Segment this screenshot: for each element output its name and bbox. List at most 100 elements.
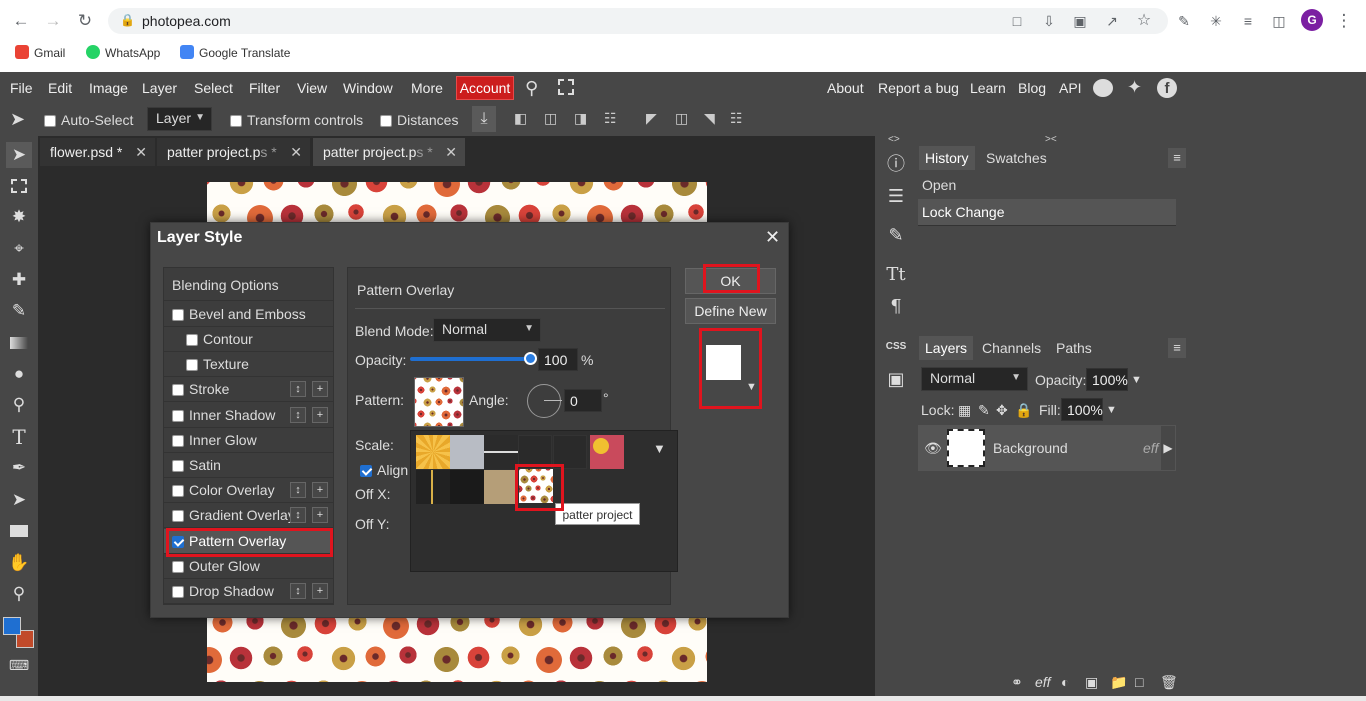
link-layers-icon[interactable]: ⚭ <box>1011 674 1023 690</box>
lock-all-icon[interactable]: 🔒 <box>1015 402 1032 418</box>
pattern-swatch[interactable] <box>450 435 484 469</box>
chevron-down-icon[interactable]: ▼ <box>1106 402 1117 418</box>
move-arrows-icon[interactable]: ↕ <box>290 507 306 523</box>
layer-select[interactable]: Layer ▼ <box>147 107 212 131</box>
path-select-icon[interactable]: ➤ <box>6 487 32 513</box>
style-pattern-overlay[interactable]: Pattern Overlay <box>164 529 333 554</box>
opacity-slider[interactable] <box>410 357 532 361</box>
brush-panel-icon[interactable]: ✎ <box>883 222 909 248</box>
pattern-swatch[interactable] <box>484 435 518 469</box>
move-arrows-icon[interactable]: ↕ <box>290 381 306 397</box>
transform-controls-checkbox[interactable]: Transform controls <box>230 112 363 128</box>
brush-tool-icon[interactable]: ✎ <box>6 298 32 324</box>
link-learn[interactable]: Learn <box>970 80 1006 96</box>
foreground-color-swatch[interactable] <box>3 617 21 635</box>
gradient-tool-icon[interactable] <box>6 330 32 356</box>
tab-swatches[interactable]: Swatches <box>980 146 1053 170</box>
chevron-down-icon[interactable]: ▼ <box>1131 372 1142 388</box>
close-icon[interactable]: ✕ <box>765 228 780 246</box>
distribute-h-icon[interactable]: ☷ <box>730 110 743 127</box>
twitter-icon[interactable]: ✦ <box>1127 77 1142 98</box>
link-about[interactable]: About <box>827 80 864 96</box>
layer-fx-icon[interactable]: eff <box>1035 674 1051 690</box>
style-inner-shadow[interactable]: Inner Shadow ↕ + <box>164 403 333 428</box>
move-arrows-icon[interactable]: ↕ <box>290 407 306 423</box>
page-icon[interactable]: ▣ <box>1069 11 1091 31</box>
align-top-icon[interactable]: ◤ <box>646 110 657 127</box>
download-icon[interactable]: ⤓ <box>472 106 496 132</box>
pattern-swatch[interactable] <box>518 435 552 469</box>
distances-checkbox[interactable]: Distances <box>380 112 458 128</box>
eyedropper-icon[interactable]: ✎ <box>1173 11 1195 31</box>
reddit-icon[interactable] <box>1093 79 1113 97</box>
marquee-tool-icon[interactable] <box>6 173 32 199</box>
angle-input[interactable]: 0 <box>564 389 602 412</box>
search-icon[interactable]: ⚲ <box>525 78 538 99</box>
tab-paths[interactable]: Paths <box>1050 336 1098 360</box>
add-icon[interactable]: + <box>312 507 328 523</box>
chevron-down-icon[interactable]: ▼ <box>746 381 757 393</box>
shape-tool-icon[interactable] <box>6 518 32 544</box>
mask-icon[interactable]: ▣ <box>1085 674 1098 690</box>
trash-icon[interactable]: 🗑 <box>1160 674 1178 690</box>
picker-menu-icon[interactable]: ▼ <box>653 441 666 456</box>
menu-edit[interactable]: Edit <box>48 80 72 96</box>
style-drop-shadow[interactable]: Drop Shadow ↕ + <box>164 579 333 604</box>
panel-menu-icon[interactable]: ≡ <box>1168 338 1186 358</box>
menu-image[interactable]: Image <box>89 80 128 96</box>
close-icon[interactable]: ✕ <box>135 138 147 166</box>
style-inner-glow[interactable]: Inner Glow <box>164 428 333 453</box>
pen-tool-icon[interactable]: ✒ <box>6 455 32 481</box>
close-icon[interactable]: ✕ <box>445 138 457 166</box>
angle-dial[interactable] <box>527 384 561 418</box>
new-layer-icon[interactable]: □ <box>1135 674 1143 690</box>
style-satin[interactable]: Satin <box>164 453 333 478</box>
bookmark-gmail[interactable]: Gmail <box>15 45 65 61</box>
auto-select-checkbox[interactable]: Auto-Select <box>44 112 133 128</box>
add-icon[interactable]: + <box>312 381 328 397</box>
layer-blend-select[interactable]: Normal ▼ <box>921 367 1028 391</box>
chevron-right-icon[interactable]: ▶ <box>1161 426 1175 470</box>
keyboard-icon[interactable]: ⌨ <box>6 652 32 678</box>
move-arrows-icon[interactable]: ↕ <box>290 482 306 498</box>
extensions-icon[interactable]: ✳ <box>1205 11 1227 31</box>
menu-more[interactable]: More <box>411 80 443 96</box>
link-report-bug[interactable]: Report a bug <box>878 80 959 96</box>
style-contour[interactable]: Contour <box>164 327 333 352</box>
menu-window[interactable]: Window <box>343 80 393 96</box>
tab-patter-project-2[interactable]: patter project.ps * ✕ <box>313 138 465 166</box>
css-icon[interactable]: CSS <box>883 334 909 360</box>
lock-transparent-icon[interactable]: ▦ <box>958 402 971 418</box>
distribute-icon[interactable]: ☷ <box>604 110 617 127</box>
menu-select[interactable]: Select <box>194 80 233 96</box>
style-gradient-overlay[interactable]: Gradient Overlay ↕ + <box>164 503 333 528</box>
back-icon[interactable]: ← <box>10 11 32 31</box>
install-icon[interactable]: ⇩ <box>1038 11 1060 31</box>
collapse-arrows-icon[interactable]: >< <box>1045 134 1057 145</box>
menu-layer[interactable]: Layer <box>142 80 177 96</box>
style-stroke[interactable]: Stroke ↕ + <box>164 377 333 402</box>
tab-layers[interactable]: Layers <box>919 336 974 360</box>
layer-opacity-input[interactable]: 100% <box>1086 368 1128 391</box>
link-api[interactable]: API <box>1059 80 1082 96</box>
fullscreen-icon[interactable] <box>558 79 574 95</box>
image-icon[interactable]: ▣ <box>883 366 909 392</box>
star-icon[interactable]: ☆ <box>1133 11 1155 31</box>
align-bottom-icon[interactable]: ◥ <box>704 110 715 127</box>
blur-tool-icon[interactable]: ● <box>6 361 32 387</box>
lock-paint-icon[interactable]: ✎ <box>978 402 990 418</box>
tab-history[interactable]: History <box>919 146 975 170</box>
style-outer-glow[interactable]: Outer Glow <box>164 554 333 579</box>
pattern-swatch[interactable] <box>590 435 624 469</box>
adjustments-icon[interactable]: ☰ <box>883 183 909 209</box>
kebab-menu-icon[interactable]: ⋮ <box>1333 11 1355 31</box>
menu-file[interactable]: File <box>10 80 33 96</box>
history-item[interactable]: Open <box>918 172 1176 198</box>
pattern-swatch[interactable] <box>416 470 450 504</box>
dodge-tool-icon[interactable]: ⚲ <box>6 392 32 418</box>
pattern-swatch[interactable] <box>484 470 518 504</box>
tab-patter-project-1[interactable]: patter project.ps * ✕ <box>157 138 310 166</box>
avatar[interactable]: G <box>1301 9 1323 31</box>
eye-icon[interactable]: 👁 <box>924 440 942 456</box>
text-tool-icon[interactable]: T <box>6 424 32 450</box>
